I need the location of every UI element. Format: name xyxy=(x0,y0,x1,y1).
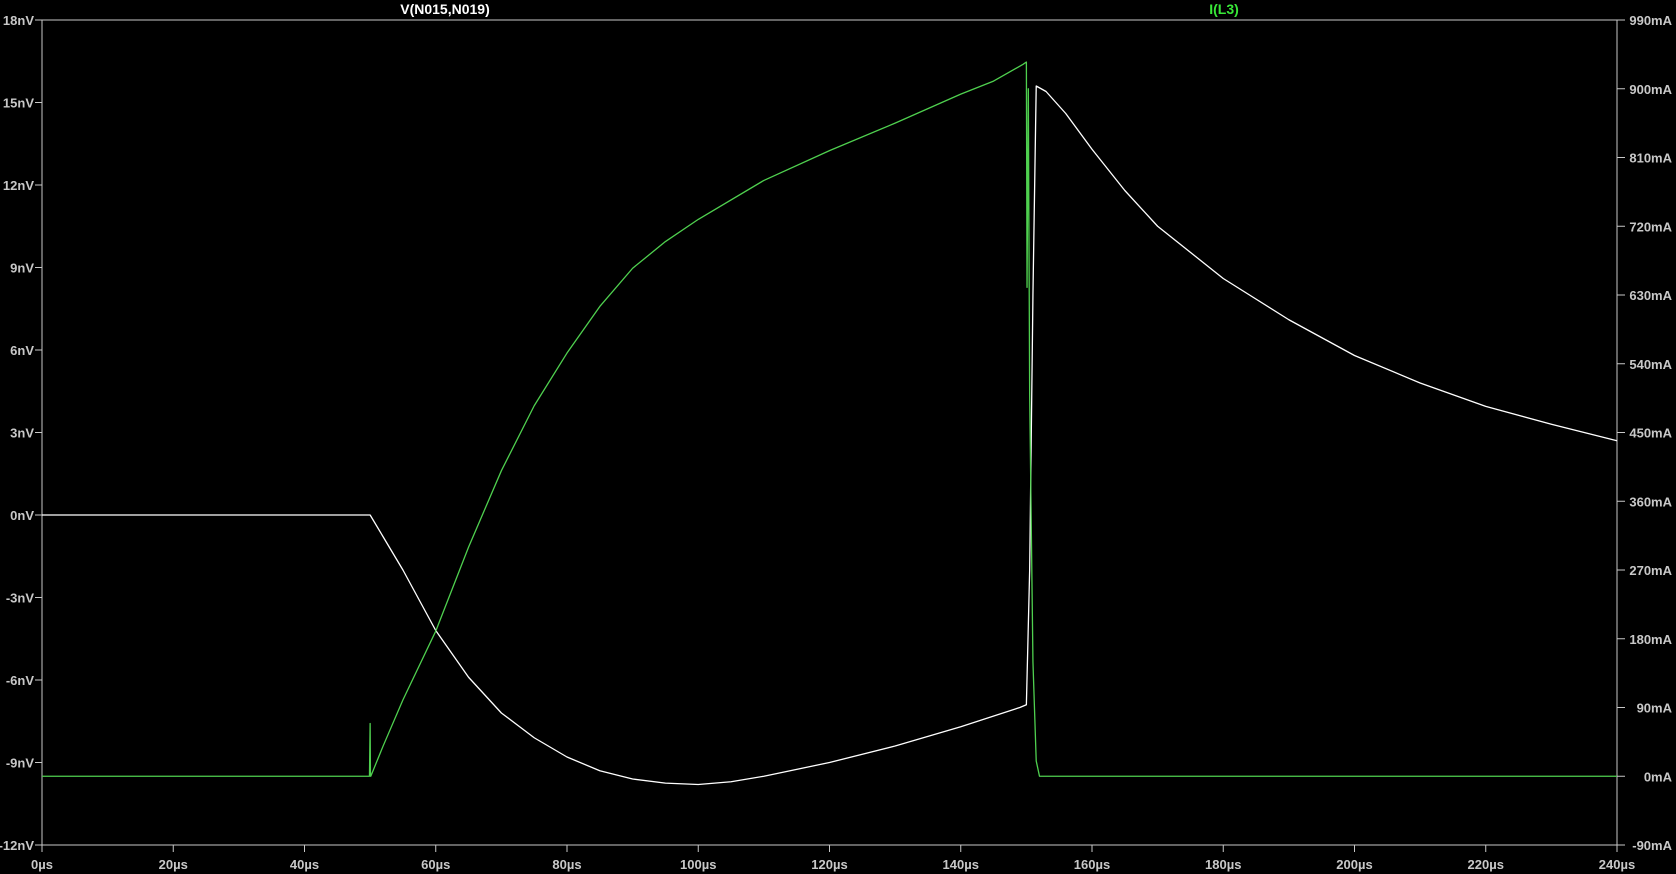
x-tick-label: 240µs xyxy=(1599,857,1635,872)
x-tick-label: 120µs xyxy=(811,857,847,872)
y-left-tick-label: 9nV xyxy=(10,261,34,276)
y-right-tick-label: -90mA xyxy=(1632,838,1672,853)
y-right-tick-label: 990mA xyxy=(1629,13,1672,28)
y-left-tick-label: -12nV xyxy=(0,838,34,853)
title-voltage-trace[interactable]: V(N015,N019) xyxy=(400,1,490,17)
chart-background xyxy=(0,0,1676,874)
y-right-tick-label: 0mA xyxy=(1644,769,1673,784)
x-tick-label: 200µs xyxy=(1336,857,1372,872)
x-tick-label: 160µs xyxy=(1074,857,1110,872)
x-tick-label: 80µs xyxy=(552,857,581,872)
x-tick-label: 60µs xyxy=(421,857,450,872)
y-right-tick-label: 720mA xyxy=(1629,219,1672,234)
y-right-tick-label: 90mA xyxy=(1637,701,1673,716)
title-current-trace[interactable]: I(L3) xyxy=(1209,1,1239,17)
x-tick-label: 220µs xyxy=(1468,857,1504,872)
y-left-tick-label: -6nV xyxy=(6,673,35,688)
x-tick-label: 20µs xyxy=(159,857,188,872)
y-left-tick-label: -3nV xyxy=(6,591,35,606)
y-right-tick-label: 630mA xyxy=(1629,288,1672,303)
waveform-chart: V(N015,N019) I(L3) 0µs 20µs 40µs 60µs 80µs 10… xyxy=(0,0,1676,874)
x-tick-label: 0µs xyxy=(31,857,53,872)
y-right-tick-label: 180mA xyxy=(1629,632,1672,647)
x-tick-label: 140µs xyxy=(943,857,979,872)
y-left-tick-label: 15nV xyxy=(3,96,34,111)
y-left-tick-label: 3nV xyxy=(10,426,34,441)
y-right-tick-label: 270mA xyxy=(1629,563,1672,578)
y-right-tick-label: 900mA xyxy=(1629,82,1672,97)
y-left-tick-label: 18nV xyxy=(3,13,34,28)
y-right-tick-label: 360mA xyxy=(1629,494,1672,509)
x-tick-label: 40µs xyxy=(290,857,319,872)
y-left-tick-label: 6nV xyxy=(10,343,34,358)
y-left-tick-label: 12nV xyxy=(3,178,34,193)
y-right-tick-label: 810mA xyxy=(1629,151,1672,166)
y-right-tick-label: 540mA xyxy=(1629,357,1672,372)
y-left-tick-label: -9nV xyxy=(6,756,35,771)
x-tick-label: 100µs xyxy=(680,857,716,872)
y-right-tick-label: 450mA xyxy=(1629,426,1672,441)
x-tick-label: 180µs xyxy=(1205,857,1241,872)
y-left-tick-label: 0nV xyxy=(10,508,34,523)
